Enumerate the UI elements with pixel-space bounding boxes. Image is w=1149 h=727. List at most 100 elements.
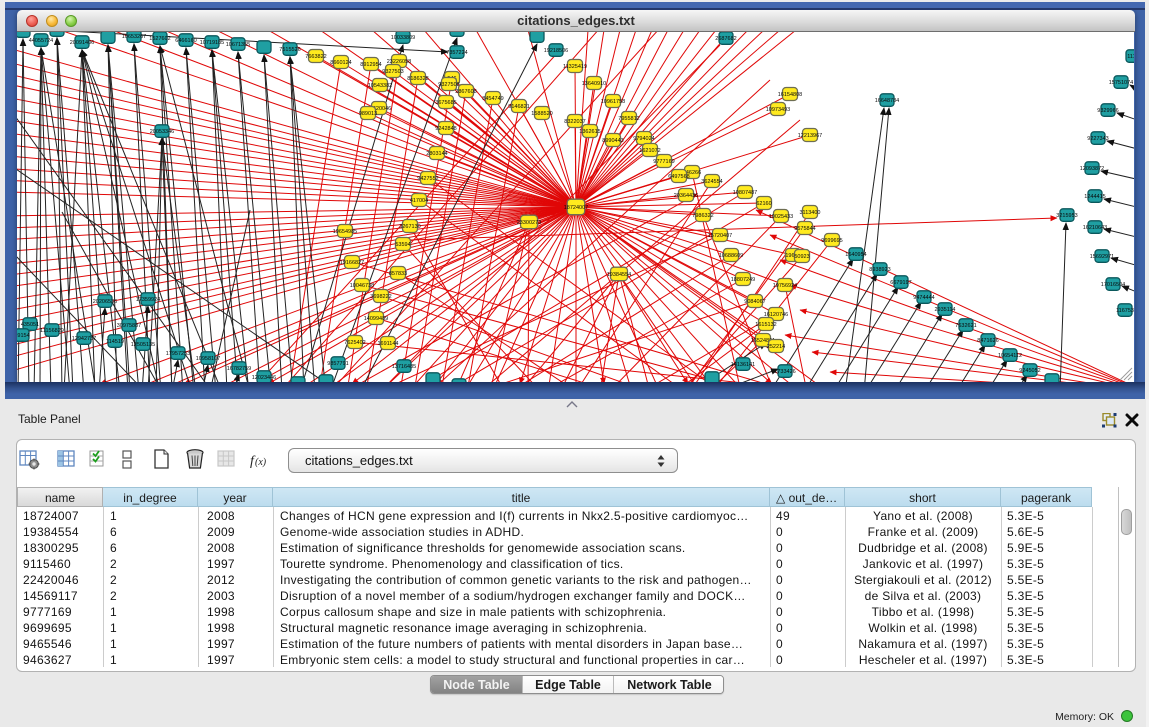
svg-text:7663822: 7663822 bbox=[305, 54, 326, 60]
svg-text:18807249: 18807249 bbox=[731, 277, 755, 283]
svg-text:7625402: 7625402 bbox=[344, 340, 365, 346]
svg-text:20091406: 20091406 bbox=[70, 40, 94, 46]
svg-text:2687682: 2687682 bbox=[715, 36, 736, 42]
svg-text:15751074: 15751074 bbox=[1109, 80, 1133, 86]
svg-text:9427552: 9427552 bbox=[417, 176, 438, 182]
svg-text:9474444: 9474444 bbox=[913, 295, 934, 301]
svg-text:8938923: 8938923 bbox=[869, 267, 890, 273]
svg-text:17957253: 17957253 bbox=[166, 351, 190, 357]
svg-text:8454749: 8454749 bbox=[482, 96, 503, 102]
svg-text:2935114: 2935114 bbox=[934, 307, 955, 313]
svg-text:11325419: 11325419 bbox=[563, 64, 587, 70]
svg-text:15692971: 15692971 bbox=[1090, 254, 1114, 260]
svg-text:20053346: 20053346 bbox=[150, 129, 174, 135]
svg-text:16648784: 16648784 bbox=[875, 98, 899, 104]
svg-text:9699695: 9699695 bbox=[821, 238, 842, 244]
svg-text:3698222: 3698222 bbox=[370, 294, 391, 300]
svg-text:14136141: 14136141 bbox=[731, 362, 755, 368]
svg-text:10671355: 10671355 bbox=[226, 42, 250, 48]
svg-text:1588520: 1588520 bbox=[531, 111, 552, 117]
svg-text:12023446: 12023446 bbox=[252, 375, 276, 381]
svg-text:14099489: 14099489 bbox=[364, 316, 388, 322]
svg-text:9245052: 9245052 bbox=[1019, 368, 1040, 374]
svg-text:1244415: 1244415 bbox=[1084, 194, 1105, 200]
svg-text:1527602: 1527602 bbox=[149, 36, 170, 42]
svg-text:13716485: 13716485 bbox=[392, 364, 416, 370]
svg-text:10688609: 10688609 bbox=[719, 253, 743, 259]
svg-text:3215953: 3215953 bbox=[1056, 213, 1077, 219]
svg-text:9146821: 9146821 bbox=[508, 104, 529, 110]
svg-text:10961758: 10961758 bbox=[601, 99, 625, 105]
svg-text:8813054: 8813054 bbox=[446, 32, 467, 34]
svg-text:3267130: 3267130 bbox=[399, 224, 420, 230]
svg-text:19756924: 19756924 bbox=[773, 283, 797, 289]
svg-text:10973493: 10973493 bbox=[766, 107, 790, 113]
svg-text:44055724: 44055724 bbox=[29, 38, 53, 44]
svg-text:7986322: 7986322 bbox=[692, 213, 713, 219]
svg-text:10719185: 10719185 bbox=[200, 40, 224, 46]
svg-text:1615132: 1615132 bbox=[755, 322, 776, 328]
svg-text:(x): (x) bbox=[255, 457, 267, 468]
svg-text:12093872: 12093872 bbox=[1080, 166, 1104, 172]
svg-text:9575844: 9575844 bbox=[794, 226, 815, 232]
svg-text:16154808: 16154808 bbox=[778, 92, 802, 98]
svg-text:7632621: 7632621 bbox=[955, 323, 976, 329]
svg-text:50923: 50923 bbox=[794, 254, 809, 260]
svg-text:9327503: 9327503 bbox=[382, 69, 403, 75]
svg-text:16210643: 16210643 bbox=[1083, 225, 1107, 231]
svg-text:10653267: 10653267 bbox=[122, 34, 146, 40]
svg-text:1691144: 1691144 bbox=[377, 341, 398, 347]
svg-text:8322037: 8322037 bbox=[564, 119, 585, 125]
svg-text:10654112: 10654112 bbox=[998, 353, 1022, 359]
svg-text:9327508: 9327508 bbox=[438, 82, 459, 88]
svg-text:17359924: 17359924 bbox=[136, 297, 160, 303]
svg-text:17016504: 17016504 bbox=[1101, 282, 1125, 288]
svg-text:116753: 116753 bbox=[1116, 308, 1134, 314]
svg-text:9084067: 9084067 bbox=[744, 299, 765, 305]
svg-text:7515526: 7515526 bbox=[279, 47, 300, 53]
svg-text:1733426: 1733426 bbox=[774, 369, 795, 375]
svg-text:3624554: 3624554 bbox=[701, 179, 722, 185]
svg-text:1362615: 1362615 bbox=[579, 129, 600, 135]
svg-text:8471626: 8471626 bbox=[977, 338, 998, 344]
svg-text:417004: 417004 bbox=[410, 198, 428, 204]
svg-text:19218506: 19218506 bbox=[544, 48, 568, 54]
svg-text:12505135: 12505135 bbox=[131, 342, 155, 348]
svg-text:10025433: 10025433 bbox=[769, 214, 793, 220]
svg-text:11156829: 11156829 bbox=[40, 328, 64, 334]
svg-text:30975887: 30975887 bbox=[117, 323, 141, 329]
svg-text:23300273: 23300273 bbox=[517, 220, 541, 226]
svg-text:435051: 435051 bbox=[21, 322, 39, 328]
svg-text:857833: 857833 bbox=[389, 271, 407, 277]
svg-text:2803144: 2803144 bbox=[426, 151, 447, 157]
svg-text:13640910: 13640910 bbox=[582, 81, 606, 87]
svg-text:20364436: 20364436 bbox=[674, 193, 698, 199]
svg-text:12213967: 12213967 bbox=[798, 133, 822, 139]
svg-text:9242848: 9242848 bbox=[435, 126, 456, 132]
svg-text:1112: 1112 bbox=[1127, 54, 1134, 60]
svg-text:9227343: 9227343 bbox=[1087, 136, 1108, 142]
svg-text:7357224: 7357224 bbox=[446, 50, 467, 56]
svg-text:8186328: 8186328 bbox=[407, 76, 428, 82]
svg-text:6679197: 6679197 bbox=[890, 280, 911, 286]
svg-text:16782759: 16782759 bbox=[227, 366, 251, 372]
svg-text:10046738: 10046738 bbox=[350, 283, 374, 289]
svg-text:114519: 114519 bbox=[106, 339, 124, 345]
svg-text:9794024: 9794024 bbox=[633, 136, 654, 142]
svg-text:1640954: 1640954 bbox=[845, 252, 866, 258]
svg-text:15720407: 15720407 bbox=[708, 233, 732, 239]
svg-text:9777169: 9777169 bbox=[653, 159, 674, 165]
svg-text:10543382: 10543382 bbox=[368, 83, 392, 89]
svg-text:62160: 62160 bbox=[756, 201, 771, 207]
svg-text:19654985: 19654985 bbox=[333, 229, 357, 235]
svg-text:8912954: 8912954 bbox=[360, 62, 381, 68]
svg-text:20206536: 20206536 bbox=[93, 299, 117, 305]
svg-text:3113400: 3113400 bbox=[799, 210, 820, 216]
svg-text:19166827: 19166827 bbox=[340, 260, 364, 266]
svg-text:7955812: 7955812 bbox=[618, 116, 639, 122]
svg-text:53594: 53594 bbox=[395, 242, 410, 248]
svg-text:12942737: 12942737 bbox=[72, 336, 96, 342]
svg-text:989013: 989013 bbox=[359, 111, 377, 117]
svg-text:19384554: 19384554 bbox=[607, 272, 631, 278]
svg-text:9857791: 9857791 bbox=[327, 361, 348, 367]
